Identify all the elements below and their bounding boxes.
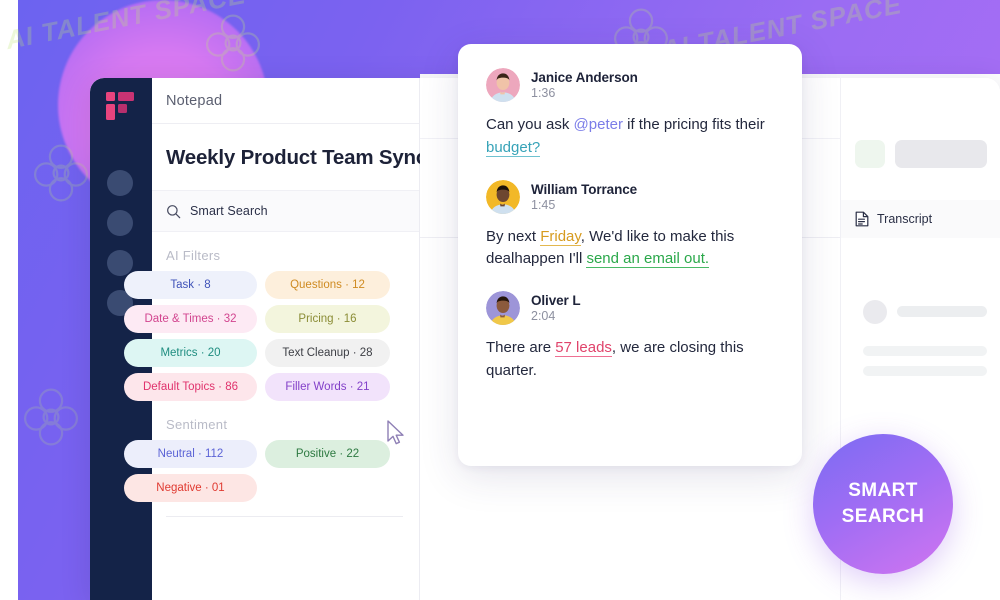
sentiment-chip[interactable]: Negative · 01 [124,474,257,502]
smart-search-line1: SMART [848,480,918,502]
search-input[interactable]: Smart Search [152,190,419,232]
message-item: William Torrance 1:45 By next Friday, We'd… [486,179,776,272]
message-highlight-friday[interactable]: Friday [540,227,581,246]
message-card: Janice Anderson 1:36 Can you ask @peter if… [458,44,802,466]
ai-filters-label: AI Filters [166,248,221,263]
message-meta: Janice Anderson 1:36 [531,70,638,100]
sidebar-nav-dot-1[interactable] [107,170,133,196]
message-meta: William Torrance 1:45 [531,182,637,212]
sentiment-label: Sentiment [166,417,228,432]
sentiment-chip[interactable]: Positive · 22 [265,440,390,468]
notepad-panel: Notepad Weekly Product Team Sync Smart S… [124,78,428,600]
smart-search-line2: SEARCH [841,506,925,527]
skeleton-bar [863,366,987,376]
skeleton-bar [863,346,987,356]
page-title: Notepad [166,92,223,109]
smart-search-button[interactable]: SMART SEARCH [813,434,953,574]
right-panel-placeholder-chip[interactable] [895,140,987,168]
panel-divider [166,516,403,517]
message-body: By next Friday, We'd like to make this d… [486,226,776,272]
transcript-tab-label: Transcript [877,212,933,226]
notepad-topbar: Notepad [152,78,419,124]
ai-filter-chip[interactable]: Date & Times · 32 [124,305,257,333]
skeleton-avatar [863,300,887,324]
mouse-cursor-icon [387,420,404,445]
transcript-tab[interactable]: Transcript [841,200,1000,238]
left-white-strip [0,0,18,600]
document-title: Weekly Product Team Sync [166,146,428,169]
ai-filters-chip-grid: Task · 8 Questions · 12 Date & Times · 32 P… [124,271,419,401]
document-icon [855,211,869,227]
message-text: By next [486,227,541,245]
message-timestamp: 1:36 [531,86,556,100]
ai-filter-chip[interactable]: Default Topics · 86 [124,373,257,401]
app-logo-icon[interactable] [106,92,136,120]
sentiment-chip-grid: Neutral · 112 Positive · 22 Negative · 01 [124,440,419,502]
message-text: There are [486,339,556,357]
skeleton-bar [897,306,987,317]
message-body: There are 57 leads, we are closing this … [486,337,776,383]
search-icon [167,204,181,218]
sentiment-chip[interactable]: Neutral · 112 [124,440,257,468]
avatar-william-torrance[interactable] [486,179,520,214]
avatar-janice-anderson[interactable] [486,68,520,102]
message-meta: Oliver L 2:04 [531,293,581,324]
message-timestamp: 1:45 [531,197,556,212]
message-author-name: William Torrance [531,181,638,197]
ai-filter-chip[interactable]: Filler Words · 21 [265,373,390,401]
screenshot-root: AI TALENT SPACE AI TALENT SPACE AI TALEN… [0,0,1000,600]
message-author-name: Oliver L [531,293,581,309]
message-author-name: Janice Anderson [531,70,638,85]
ai-filter-chip[interactable]: Questions · 12 [265,271,390,299]
ai-filter-chip[interactable]: Pricing · 16 [265,305,390,333]
search-input-value: Smart Search [190,204,268,218]
message-item: Janice Anderson 1:36 Can you ask @peter if… [486,68,776,160]
message-body: Can you ask @peter if the pricing fits t… [486,114,776,160]
ai-filter-chip[interactable]: Task · 8 [124,271,257,299]
message-header: Oliver L 2:04 [486,291,776,326]
message-header: Janice Anderson 1:36 [486,68,776,102]
ai-filter-chip[interactable]: Metrics · 20 [124,339,257,367]
sidebar-nav-dot-2[interactable] [107,210,133,236]
message-text: if the pricing fits their [622,116,765,133]
message-highlight-budget[interactable]: budget? [486,138,541,157]
message-timestamp: 2:04 [531,309,556,324]
message-highlight-leads[interactable]: 57 leads [555,339,612,358]
ai-filter-chip[interactable]: Text Cleanup · 28 [265,339,390,367]
message-header: William Torrance 1:45 [486,179,776,214]
message-item: Oliver L 2:04 There are 57 leads, we are c… [486,291,776,383]
message-highlight-mention[interactable]: @peter [574,116,623,133]
message-highlight-email[interactable]: send an email out. [586,250,710,269]
message-text: Can you ask [486,116,574,133]
right-panel-green-chip[interactable] [855,140,885,168]
avatar-oliver-l[interactable] [486,291,520,326]
